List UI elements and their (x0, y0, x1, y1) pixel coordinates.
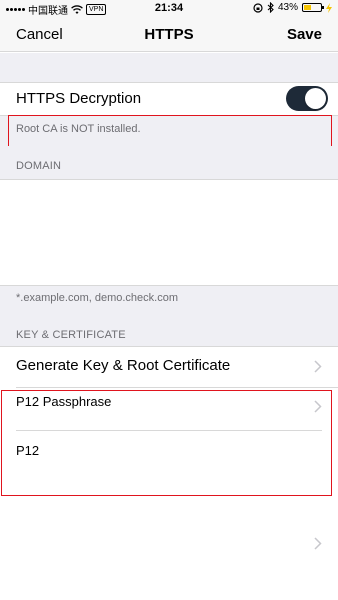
root-ca-highlight-box (8, 115, 332, 148)
domain-example: *.example.com, demo.check.com (16, 292, 179, 304)
extra-row[interactable] (0, 520, 338, 568)
save-button[interactable]: Save (287, 26, 322, 43)
orientation-lock-icon (253, 2, 263, 13)
https-decryption-toggle[interactable] (286, 86, 328, 111)
charging-bolt-icon (326, 2, 332, 13)
domain-footer: *.example.com, demo.check.com (0, 286, 338, 308)
chevron-right-icon (314, 360, 322, 373)
section-spacer (0, 53, 338, 82)
status-right: 43% (253, 2, 332, 13)
battery-percent: 43% (277, 2, 298, 13)
chevron-right-icon (314, 537, 322, 550)
domain-textarea[interactable] (0, 180, 338, 285)
navigation-bar: Cancel HTTPS Save (0, 18, 338, 52)
p12-highlight-box (1, 390, 332, 496)
battery-level (304, 5, 311, 10)
battery-icon (302, 3, 324, 12)
generate-key-row[interactable]: Generate Key & Root Certificate (0, 347, 338, 387)
domain-header: DOMAIN (0, 146, 338, 179)
key-cert-header-label: KEY & CERTIFICATE (16, 329, 126, 341)
key-cert-header: KEY & CERTIFICATE (0, 308, 338, 346)
domain-header-label: DOMAIN (16, 160, 62, 172)
bluetooth-icon (267, 2, 274, 13)
toggle-knob (305, 88, 326, 109)
generate-key-label: Generate Key & Root Certificate (16, 357, 231, 374)
https-decryption-label: HTTPS Decryption (16, 90, 142, 107)
https-decryption-row: HTTPS Decryption (0, 83, 338, 115)
status-bar: 中国联通 VPN 21:34 43% (0, 0, 338, 18)
